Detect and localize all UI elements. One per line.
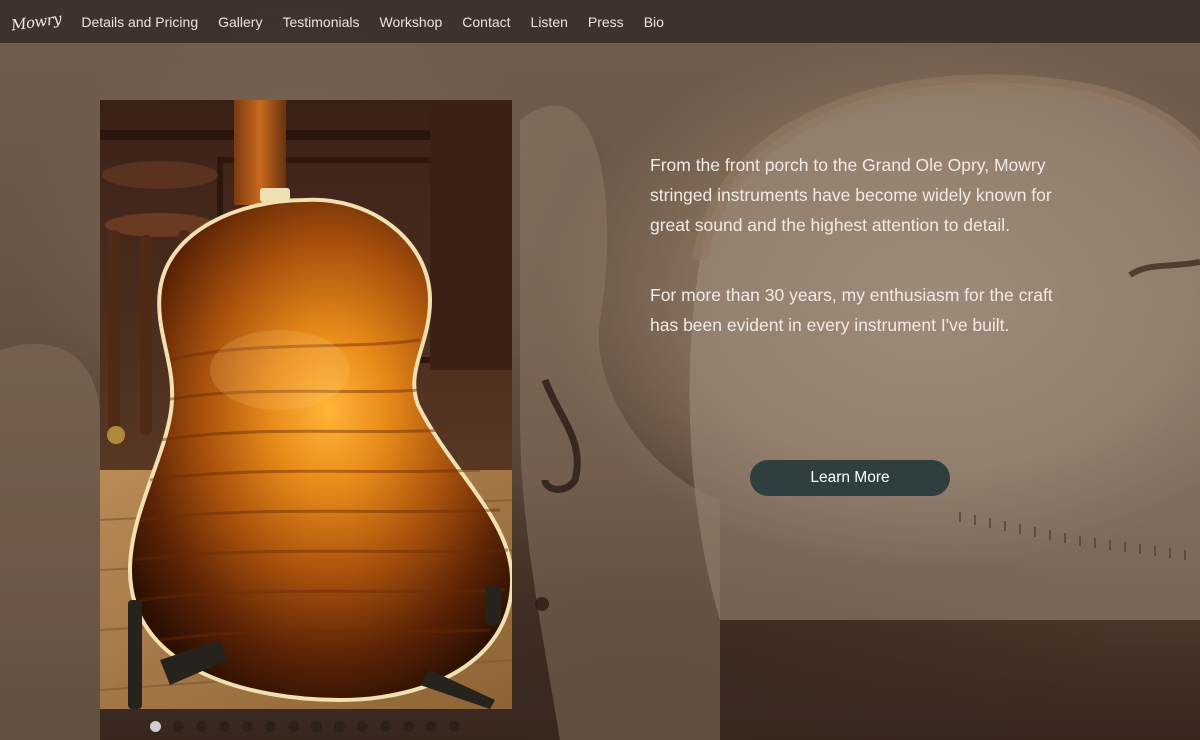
nav-link-testimonials[interactable]: Testimonials [282,14,359,30]
mowry-logo[interactable]: Mowry [10,9,62,34]
carousel-dot[interactable] [334,721,345,732]
carousel-dot[interactable] [380,721,391,732]
hero-paragraph-1: From the front porch to the Grand Ole Op… [650,155,1052,235]
carousel-indicators [150,721,472,732]
hero-text-block: From the front porch to the Grand Ole Op… [650,150,1060,380]
carousel-dot[interactable] [150,721,161,732]
carousel-dot[interactable] [173,721,184,732]
carousel-dot[interactable] [449,721,460,732]
guitar-back-photo [100,100,512,709]
top-navigation-bar: Mowry Details and Pricing Gallery Testim… [0,0,1200,43]
carousel-dot[interactable] [357,721,368,732]
carousel-dot[interactable] [196,721,207,732]
carousel-dot[interactable] [219,721,230,732]
carousel-dot[interactable] [426,721,437,732]
carousel-dot[interactable] [242,721,253,732]
learn-more-button[interactable]: Learn More [750,460,950,496]
nav-link-workshop[interactable]: Workshop [380,14,443,30]
nav-link-details-and-pricing[interactable]: Details and Pricing [81,14,198,30]
hero-paragraph-2: For more than 30 years, my enthusiasm fo… [650,285,1053,335]
nav-link-gallery[interactable]: Gallery [218,14,262,30]
nav-link-bio[interactable]: Bio [644,14,664,30]
nav-link-contact[interactable]: Contact [462,14,510,30]
carousel-dot[interactable] [403,721,414,732]
carousel-dot[interactable] [265,721,276,732]
carousel-dot[interactable] [288,721,299,732]
nav-link-press[interactable]: Press [588,14,624,30]
nav-link-listen[interactable]: Listen [531,14,568,30]
carousel-dot[interactable] [311,721,322,732]
